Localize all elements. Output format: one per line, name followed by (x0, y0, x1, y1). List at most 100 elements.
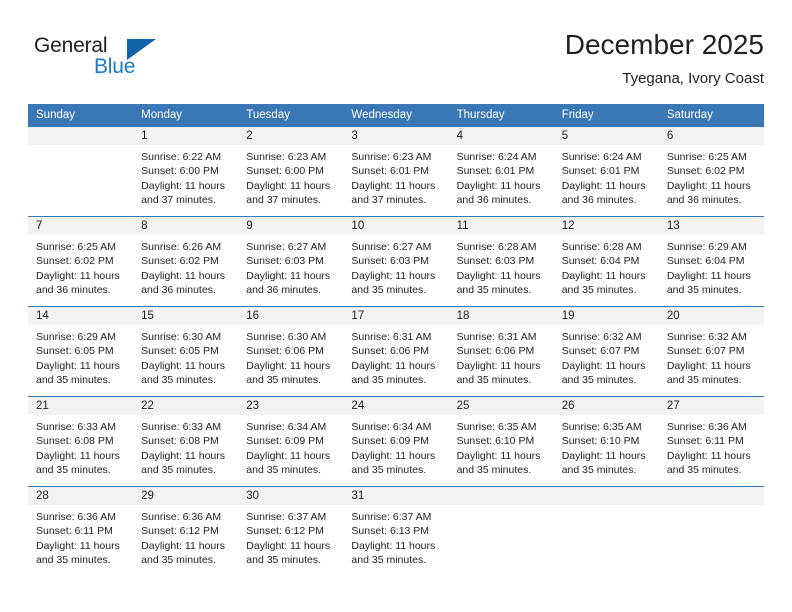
day-cell-empty (554, 505, 659, 576)
day-cell[interactable]: Sunrise: 6:27 AM Sunset: 6:03 PM Dayligh… (238, 235, 343, 306)
day-cell[interactable] (28, 145, 133, 216)
day-number[interactable]: 17 (343, 307, 448, 325)
day-number[interactable]: 13 (659, 217, 764, 235)
day-number[interactable]: 25 (449, 397, 554, 415)
sunrise-text: Sunrise: 6:24 AM (561, 151, 642, 163)
day-number[interactable]: 31 (343, 487, 448, 505)
brand-logo[interactable]: General Blue (34, 34, 164, 86)
day-cell[interactable]: Sunrise: 6:31 AM Sunset: 6:06 PM Dayligh… (343, 325, 448, 396)
sunset-text: Sunset: 6:12 PM (141, 525, 219, 538)
daylight-text: Daylight: 11 hours (351, 359, 436, 372)
weekday-header-saturday: Saturday (666, 109, 713, 121)
day-cell[interactable]: Sunrise: 6:24 AM Sunset: 6:01 PM Dayligh… (449, 145, 554, 216)
day-number[interactable]: 6 (659, 127, 764, 145)
day-cell[interactable]: Sunrise: 6:24 AM Sunset: 6:01 PM Dayligh… (554, 145, 659, 216)
day-number[interactable] (554, 487, 659, 505)
daylight-text-cont: and 35 minutes. (666, 374, 742, 387)
day-cell[interactable]: Sunrise: 6:27 AM Sunset: 6:03 PM Dayligh… (343, 235, 448, 306)
day-number[interactable]: 23 (238, 397, 343, 415)
day-number[interactable]: 3 (343, 127, 448, 145)
sunrise-text: Sunrise: 6:25 AM (666, 151, 747, 163)
page-title: December 2025 (564, 29, 764, 60)
daylight-text-cont: and 35 minutes. (351, 554, 427, 567)
day-cell[interactable]: Sunrise: 6:37 AM Sunset: 6:12 PM Dayligh… (238, 505, 343, 576)
day-number[interactable]: 11 (449, 217, 554, 235)
day-number[interactable]: 2 (238, 127, 343, 145)
day-number[interactable]: 9 (238, 217, 343, 235)
day-cell[interactable]: Sunrise: 6:36 AM Sunset: 6:11 PM Dayligh… (28, 505, 133, 576)
day-number[interactable]: 15 (133, 307, 238, 325)
daylight-text-cont: and 35 minutes. (246, 554, 321, 567)
sunset-text: Sunset: 6:09 PM (351, 435, 430, 448)
daylight-text: Daylight: 11 hours (456, 269, 541, 282)
day-number[interactable]: 27 (659, 397, 764, 415)
day-number[interactable] (449, 487, 554, 505)
day-cell[interactable]: Sunrise: 6:25 AM Sunset: 6:02 PM Dayligh… (659, 145, 764, 216)
day-number[interactable]: 29 (133, 487, 238, 505)
day-cell[interactable]: Sunrise: 6:35 AM Sunset: 6:10 PM Dayligh… (554, 415, 659, 486)
day-number[interactable]: 14 (28, 307, 133, 325)
day-number[interactable]: 18 (449, 307, 554, 325)
day-number[interactable]: 22 (133, 397, 238, 415)
day-cell[interactable]: Sunrise: 6:36 AM Sunset: 6:11 PM Dayligh… (659, 415, 764, 486)
day-number[interactable]: 21 (28, 397, 133, 415)
day-cell[interactable]: Sunrise: 6:28 AM Sunset: 6:03 PM Dayligh… (449, 235, 554, 306)
day-cell[interactable]: Sunrise: 6:36 AM Sunset: 6:12 PM Dayligh… (133, 505, 238, 576)
day-cell[interactable]: Sunrise: 6:33 AM Sunset: 6:08 PM Dayligh… (133, 415, 238, 486)
day-number[interactable]: 26 (554, 397, 659, 415)
day-cell[interactable]: Sunrise: 6:29 AM Sunset: 6:04 PM Dayligh… (659, 235, 764, 306)
daylight-text-cont: and 35 minutes. (36, 374, 111, 387)
sunrise-text: Sunrise: 6:23 AM (351, 151, 432, 163)
day-cell[interactable]: Sunrise: 6:31 AM Sunset: 6:06 PM Dayligh… (449, 325, 554, 396)
sunset-text: Sunset: 6:10 PM (561, 435, 640, 448)
day-cell[interactable]: Sunrise: 6:32 AM Sunset: 6:07 PM Dayligh… (659, 325, 764, 396)
sunrise-text: Sunrise: 6:29 AM (36, 331, 116, 343)
day-cell[interactable]: Sunrise: 6:32 AM Sunset: 6:07 PM Dayligh… (554, 325, 659, 396)
day-number[interactable]: 8 (133, 217, 238, 235)
day-cell[interactable]: Sunrise: 6:23 AM Sunset: 6:00 PM Dayligh… (238, 145, 343, 216)
sunset-text: Sunset: 6:02 PM (141, 255, 219, 268)
day-number[interactable]: 1 (133, 127, 238, 145)
day-cell[interactable]: Sunrise: 6:34 AM Sunset: 6:09 PM Dayligh… (343, 415, 448, 486)
day-cell[interactable]: Sunrise: 6:30 AM Sunset: 6:06 PM Dayligh… (238, 325, 343, 396)
day-number[interactable]: 7 (28, 217, 133, 235)
sunset-text: Sunset: 6:05 PM (36, 345, 114, 358)
day-number[interactable]: 5 (554, 127, 659, 145)
daylight-text: Daylight: 11 hours (456, 359, 541, 372)
day-cell[interactable]: Sunrise: 6:22 AM Sunset: 6:00 PM Dayligh… (133, 145, 238, 216)
day-number[interactable]: 24 (343, 397, 448, 415)
day-cell[interactable]: Sunrise: 6:25 AM Sunset: 6:02 PM Dayligh… (28, 235, 133, 306)
day-number[interactable]: 10 (343, 217, 448, 235)
day-cell[interactable]: Sunrise: 6:35 AM Sunset: 6:10 PM Dayligh… (449, 415, 554, 486)
sunrise-text: Sunrise: 6:34 AM (246, 421, 327, 433)
sunset-text: Sunset: 6:13 PM (351, 525, 430, 538)
sunset-text: Sunset: 6:11 PM (36, 525, 113, 538)
day-number[interactable] (28, 127, 133, 145)
sunrise-text: Sunrise: 6:31 AM (351, 331, 432, 343)
sunset-text: Sunset: 6:01 PM (351, 165, 430, 178)
sunrise-text: Sunrise: 6:36 AM (141, 511, 222, 523)
day-number[interactable]: 30 (238, 487, 343, 505)
day-number[interactable]: 16 (238, 307, 343, 325)
sunrise-text: Sunrise: 6:33 AM (36, 421, 116, 433)
day-number[interactable]: 20 (659, 307, 764, 325)
sunrise-text: Sunrise: 6:28 AM (456, 241, 537, 253)
page-header: General Blue December 2025 Tyegana, Ivor… (28, 28, 764, 96)
sunset-text: Sunset: 6:12 PM (246, 525, 324, 538)
day-cell[interactable]: Sunrise: 6:30 AM Sunset: 6:05 PM Dayligh… (133, 325, 238, 396)
day-number[interactable] (659, 487, 764, 505)
day-number[interactable]: 4 (449, 127, 554, 145)
daylight-text: Daylight: 11 hours (246, 539, 331, 552)
day-number[interactable]: 28 (28, 487, 133, 505)
day-cell[interactable]: Sunrise: 6:23 AM Sunset: 6:01 PM Dayligh… (343, 145, 448, 216)
daylight-text: Daylight: 11 hours (36, 269, 120, 282)
day-cell[interactable]: Sunrise: 6:26 AM Sunset: 6:02 PM Dayligh… (133, 235, 238, 306)
day-cell[interactable]: Sunrise: 6:28 AM Sunset: 6:04 PM Dayligh… (554, 235, 659, 306)
day-cell[interactable]: Sunrise: 6:29 AM Sunset: 6:05 PM Dayligh… (28, 325, 133, 396)
day-cell[interactable]: Sunrise: 6:37 AM Sunset: 6:13 PM Dayligh… (343, 505, 448, 576)
day-cell[interactable]: Sunrise: 6:33 AM Sunset: 6:08 PM Dayligh… (28, 415, 133, 486)
day-cell[interactable]: Sunrise: 6:34 AM Sunset: 6:09 PM Dayligh… (238, 415, 343, 486)
daylight-text: Daylight: 11 hours (666, 269, 751, 282)
day-number[interactable]: 12 (554, 217, 659, 235)
day-number[interactable]: 19 (554, 307, 659, 325)
